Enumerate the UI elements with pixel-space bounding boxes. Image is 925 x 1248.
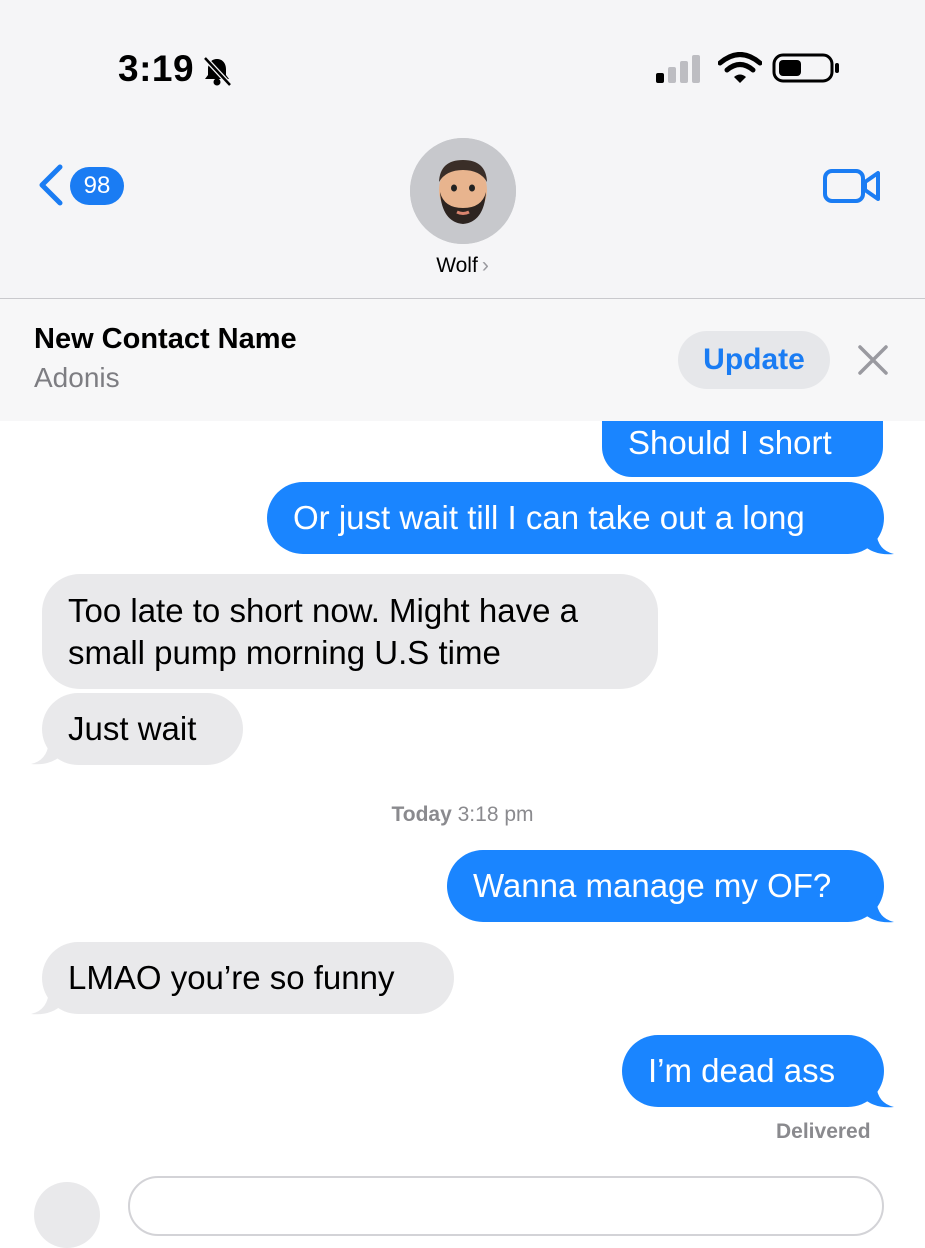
message-text: LMAO you’re so funny [68, 959, 395, 996]
avatar[interactable] [410, 138, 516, 244]
contact-name-button[interactable]: Wolf › [0, 254, 925, 278]
message-bubble-outgoing[interactable]: Should I short [602, 421, 883, 477]
bubble-tail [862, 1081, 894, 1108]
battery-icon [772, 53, 839, 83]
message-input[interactable] [128, 1176, 884, 1236]
message-timestamp: Today 3:18 pm [0, 803, 925, 827]
bell-slash-icon [203, 56, 232, 87]
close-icon[interactable] [856, 343, 890, 377]
timestamp-day: Today [391, 803, 452, 826]
update-button[interactable]: Update [678, 331, 830, 389]
unread-count-badge[interactable]: 98 [70, 167, 124, 205]
contact-name: Wolf [436, 254, 478, 277]
message-bubble-incoming[interactable]: Just wait [42, 693, 243, 765]
message-bubble-outgoing[interactable]: I’m dead ass [622, 1035, 884, 1107]
bubble-tail [31, 738, 63, 765]
message-bubble-incoming[interactable]: Too late to short now. Might have a smal… [42, 574, 658, 689]
message-text: Just wait [68, 710, 197, 747]
message-text-line: small pump morning U.S time [68, 634, 501, 671]
wifi-icon [718, 52, 762, 83]
video-camera-icon[interactable] [822, 167, 882, 205]
message-text: Should I short [628, 424, 832, 461]
message-bubble-incoming[interactable]: LMAO you’re so funny [42, 942, 454, 1014]
banner-subtitle: Adonis [34, 362, 120, 393]
cellular-signal-icon [656, 55, 700, 83]
message-text: I’m dead ass [648, 1052, 836, 1089]
bubble-tail [862, 896, 894, 923]
message-text: Or just wait till I can take out a long [293, 499, 805, 536]
message-text-line: Too late to short now. Might have a [68, 592, 578, 629]
chevron-left-icon[interactable] [34, 163, 66, 207]
banner-title: New Contact Name [34, 323, 297, 355]
timestamp-time: 3:18 pm [457, 803, 534, 826]
bubble-tail [862, 528, 894, 555]
message-bubble-outgoing[interactable]: Wanna manage my OF? [447, 850, 884, 922]
status-time: 3:19 [118, 48, 195, 89]
message-bubble-outgoing[interactable]: Or just wait till I can take out a long [267, 482, 884, 554]
bubble-tail [31, 988, 63, 1015]
message-text: Wanna manage my OF? [473, 867, 832, 904]
chevron-right-icon: › [481, 254, 489, 277]
memoji-avatar-image [410, 138, 516, 244]
apps-button[interactable] [34, 1182, 100, 1248]
delivered-status: Delivered [776, 1120, 871, 1143]
